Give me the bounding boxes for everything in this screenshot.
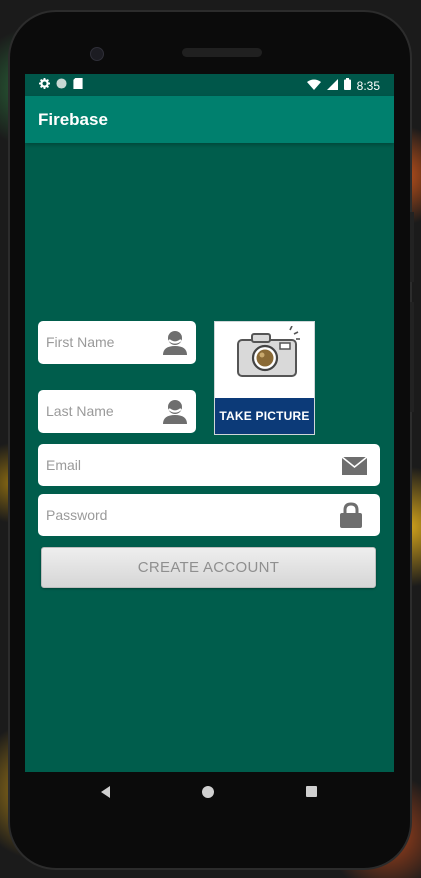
email-placeholder: Email [46, 457, 82, 473]
first-name-placeholder: First Name [46, 334, 115, 350]
first-name-field[interactable]: First Name [38, 321, 196, 364]
person-icon [162, 398, 188, 429]
back-icon[interactable] [101, 786, 110, 798]
home-icon[interactable] [202, 786, 214, 798]
take-picture-button[interactable]: TAKE PICTURE [214, 321, 315, 435]
power-button [410, 212, 414, 282]
password-field[interactable]: Password [38, 494, 380, 536]
sd-card-icon [73, 78, 83, 92]
front-camera [90, 47, 104, 61]
take-picture-label: TAKE PICTURE [215, 398, 314, 434]
circle-icon [56, 78, 67, 92]
status-bar: 8:35 [25, 74, 394, 96]
phone-screen: 8:35 Firebase First Name Last Name TAKE … [25, 74, 394, 772]
person-icon [162, 329, 188, 360]
app-title: Firebase [38, 110, 108, 129]
status-time: 8:35 [356, 78, 380, 93]
password-placeholder: Password [46, 507, 108, 523]
recents-icon[interactable] [306, 786, 317, 797]
signal-icon [326, 78, 338, 93]
create-account-button[interactable]: CREATE ACCOUNT [41, 547, 376, 588]
last-name-field[interactable]: Last Name [38, 390, 196, 433]
settings-icon [39, 78, 50, 92]
camera-icon [236, 325, 302, 383]
lock-icon [340, 502, 362, 533]
system-nav-bar [25, 772, 394, 812]
email-field[interactable]: Email [38, 444, 380, 486]
mail-icon [341, 456, 368, 480]
earpiece-speaker [182, 48, 262, 57]
last-name-placeholder: Last Name [46, 403, 114, 419]
app-bar: Firebase [25, 96, 394, 143]
battery-icon [343, 78, 351, 93]
volume-button [410, 302, 414, 412]
wifi-icon [306, 79, 321, 93]
